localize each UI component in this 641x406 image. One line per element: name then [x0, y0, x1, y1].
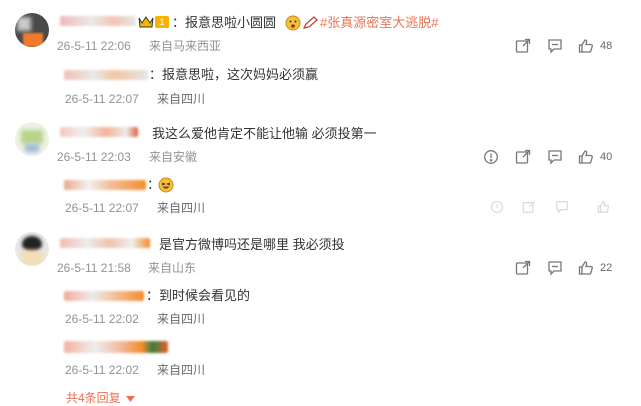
reply-username[interactable] [64, 291, 144, 301]
thumbs-up-icon [578, 39, 593, 53]
comment-text: 我这么爱他肯定不能让他输 必须投第一 [152, 126, 377, 141]
share-icon[interactable] [515, 38, 531, 59]
like-count: 48 [600, 40, 613, 52]
like-count: 40 [600, 151, 613, 163]
share-icon[interactable] [515, 260, 531, 281]
reply-username[interactable] [64, 70, 148, 80]
caret-down-icon [126, 395, 136, 402]
reply-username[interactable] [64, 180, 146, 190]
crown-icon [138, 15, 154, 34]
thumbs-up-icon [578, 261, 593, 275]
comment-time: 26-5-11 22:06 [57, 39, 131, 53]
reply-location: 来自四川 [157, 92, 206, 106]
comment-icon[interactable] [547, 260, 563, 281]
reply-text: ：到时候会看见的 [146, 288, 251, 303]
like-button[interactable]: 40 [578, 149, 612, 165]
laughing-emoji-icon [158, 177, 174, 198]
comment-icon[interactable] [547, 38, 563, 59]
reply-time: 26-5-11 22:07 [65, 92, 139, 106]
avatar[interactable] [15, 122, 49, 156]
avatar[interactable] [15, 232, 49, 266]
pencil-icon [302, 16, 318, 35]
username[interactable] [60, 238, 150, 248]
reply-location: 来自四川 [157, 312, 206, 326]
comment-location: 来自安徽 [149, 150, 198, 164]
comment-time: 26-5-11 22:03 [57, 150, 131, 164]
username[interactable] [60, 16, 136, 26]
comment-location: 来自山东 [148, 261, 197, 275]
more-replies-label: 共4条回复 [66, 391, 121, 405]
reply-location: 来自四川 [157, 363, 206, 377]
avatar[interactable] [15, 13, 49, 47]
like-button[interactable]: 22 [578, 260, 612, 276]
level-badge: 1 [155, 16, 169, 28]
more-replies-link[interactable]: 共4条回复 [66, 390, 136, 406]
reply-username[interactable] [64, 341, 168, 353]
share-icon[interactable] [515, 149, 531, 170]
reply-time: 26-5-11 22:02 [65, 363, 139, 377]
comment-icon[interactable] [547, 149, 563, 170]
username[interactable] [60, 127, 138, 137]
comment-text: ：报意思啦小圆圆 [172, 15, 277, 30]
share-icon[interactable] [522, 200, 536, 219]
emoji-icon [285, 15, 301, 36]
hashtag-link[interactable]: #张真源密室大逃脱# [320, 15, 438, 31]
reply-text: ：报意思啦，这次妈妈必须赢 [149, 67, 319, 82]
thumbs-up-icon [578, 150, 593, 164]
like-button[interactable]: 48 [578, 38, 612, 54]
comment-location: 来自马来西亚 [149, 39, 222, 53]
report-icon[interactable] [490, 200, 504, 219]
report-icon[interactable] [483, 149, 499, 170]
comment-icon[interactable] [555, 200, 569, 219]
reply-location: 来自四川 [157, 201, 206, 215]
like-count: 22 [600, 262, 613, 274]
thumbs-up-icon[interactable] [597, 200, 611, 219]
comment-text: 是官方微博吗还是哪里 我必须投 [159, 237, 345, 252]
comment-time: 26-5-11 21:58 [57, 261, 131, 275]
reply-time: 26-5-11 22:07 [65, 201, 139, 215]
reply-time: 26-5-11 22:02 [65, 312, 139, 326]
